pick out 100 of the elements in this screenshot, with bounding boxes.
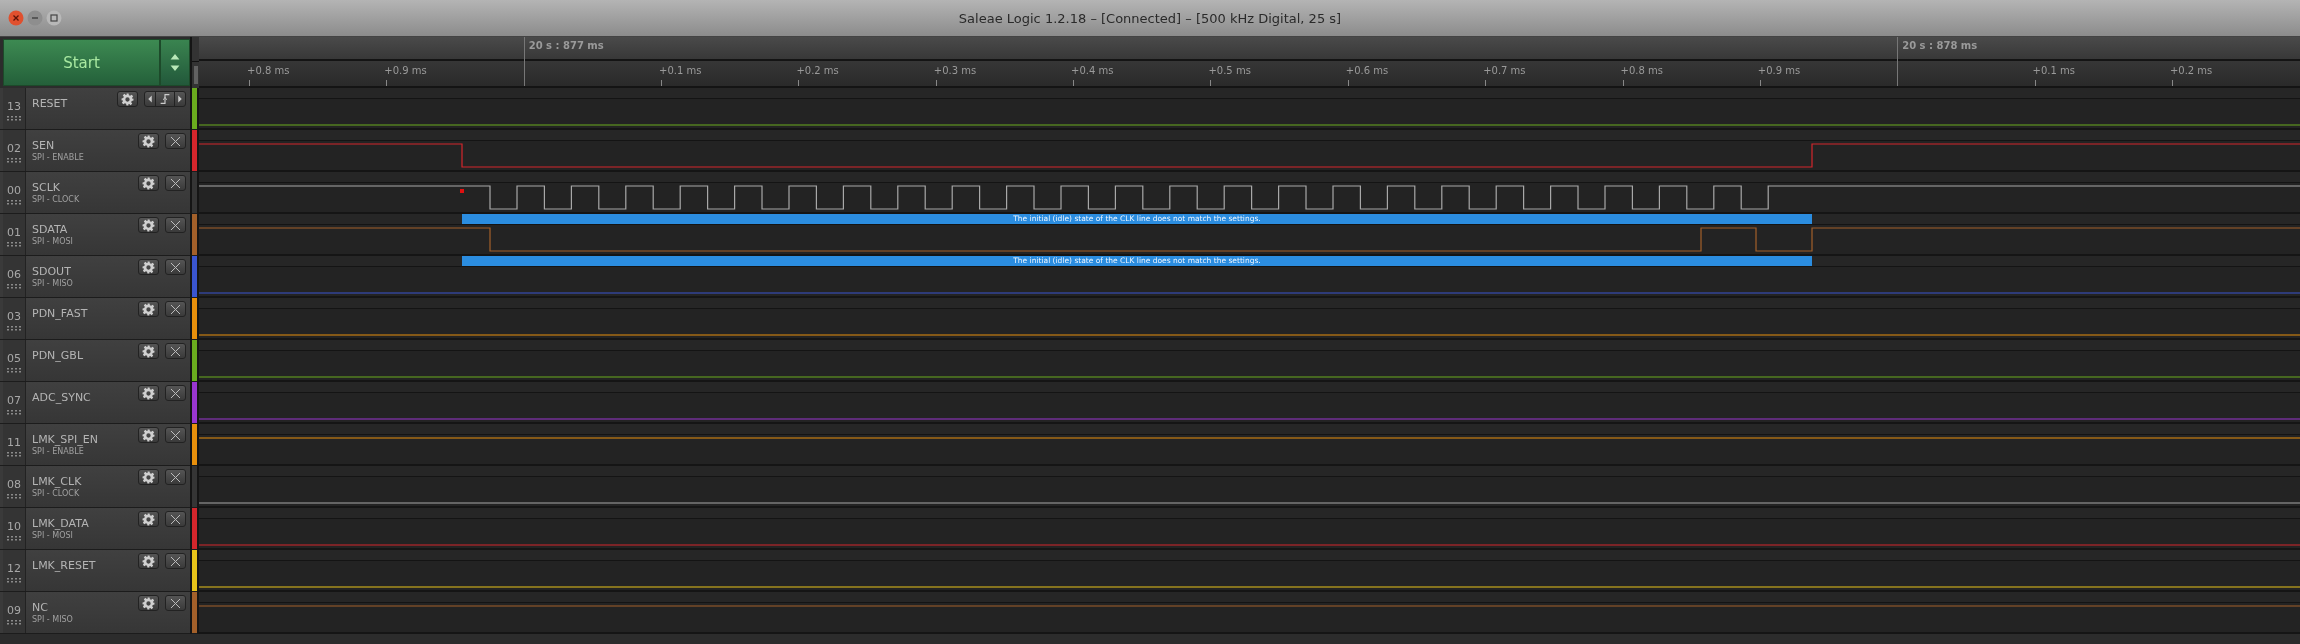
close-button[interactable] <box>165 469 186 485</box>
settings-icon <box>142 260 155 274</box>
up-down-arrows-icon[interactable] <box>160 39 190 86</box>
start-button[interactable]: Start <box>3 39 160 86</box>
drag-grip-icon[interactable] <box>7 578 21 583</box>
close-button[interactable] <box>165 301 186 317</box>
tick-label: +0.9 ms <box>1757 65 1801 76</box>
close-icon <box>170 303 181 315</box>
close-button[interactable] <box>165 133 186 149</box>
minimize-icon[interactable] <box>27 10 43 26</box>
drag-grip-icon[interactable] <box>7 242 21 247</box>
channel-name: PDN_FAST <box>32 307 88 320</box>
tick-label: +0.8 ms <box>1620 65 1663 76</box>
channel-number: 09 <box>7 604 21 617</box>
close-button[interactable] <box>165 595 186 611</box>
tick-label: +0.2 ms <box>796 65 839 76</box>
channel-name: LMK_DATA <box>32 517 89 530</box>
settings-button[interactable] <box>138 553 159 569</box>
settings-icon <box>142 302 155 316</box>
settings-button[interactable] <box>138 595 159 611</box>
close-button[interactable] <box>165 259 186 275</box>
channel-number: 06 <box>7 268 21 281</box>
settings-icon <box>142 554 155 568</box>
close-icon <box>170 219 181 231</box>
close-button[interactable] <box>165 427 186 443</box>
settings-button[interactable] <box>138 217 159 233</box>
tick-label: +0.6 ms <box>1345 65 1389 76</box>
settings-button[interactable] <box>138 133 159 149</box>
tick-label: +0.2 ms <box>2169 65 2213 76</box>
analyzer-label: SPI - MOSI <box>32 237 74 246</box>
tick-label: +0.9 ms <box>384 65 427 76</box>
close-icon <box>170 135 181 147</box>
settings-button[interactable] <box>138 175 159 191</box>
drag-grip-icon[interactable] <box>7 158 21 163</box>
settings-icon <box>121 92 134 106</box>
close-button[interactable] <box>165 553 186 569</box>
close-icon <box>170 429 181 441</box>
tick-label: +0.1 ms <box>659 65 702 76</box>
settings-button[interactable] <box>138 511 159 527</box>
close-icon <box>170 261 181 273</box>
channel-number: 08 <box>7 478 21 491</box>
channel-name: NC <box>32 601 48 614</box>
analyzer-label: SPI - MISO <box>32 279 74 288</box>
settings-icon <box>142 428 155 442</box>
settings-button[interactable] <box>117 91 138 107</box>
close-button[interactable] <box>165 511 186 527</box>
channel-name: SCLK <box>32 181 60 194</box>
close-icon <box>170 555 181 567</box>
drag-grip-icon[interactable] <box>7 326 21 331</box>
channel-name: LMK_CLK <box>32 475 82 488</box>
drag-grip-icon[interactable] <box>7 368 21 373</box>
settings-icon <box>142 386 155 400</box>
channel-number: 00 <box>7 184 21 197</box>
drag-grip-icon[interactable] <box>7 452 21 457</box>
drag-grip-icon[interactable] <box>7 116 21 121</box>
tick-label: +0.4 ms <box>1071 65 1114 76</box>
channel-name: LMK_RESET <box>32 559 96 572</box>
drag-grip-icon[interactable] <box>7 620 21 625</box>
settings-button[interactable] <box>138 259 159 275</box>
close-icon <box>170 513 181 525</box>
splitter-handle-icon[interactable] <box>193 65 198 85</box>
channel-number: 03 <box>7 310 21 323</box>
close-icon[interactable] <box>8 10 24 26</box>
channel-name: SDOUT <box>32 265 71 278</box>
time-marker-label: 20 s : 877 ms <box>528 40 604 51</box>
channel-name: SDATA <box>32 223 68 236</box>
analyzer-label: SPI - CLOCK <box>32 489 81 498</box>
drag-grip-icon[interactable] <box>7 200 21 205</box>
trigger-control[interactable] <box>144 91 186 107</box>
close-icon <box>170 597 181 609</box>
drag-grip-icon[interactable] <box>7 284 21 289</box>
channel-name: PDN_GBL <box>32 349 84 362</box>
settings-icon <box>142 176 155 190</box>
close-button[interactable] <box>165 217 186 233</box>
falling-edge-icon[interactable] <box>155 92 175 106</box>
settings-button[interactable] <box>138 301 159 317</box>
tick-label: +0.8 ms <box>247 65 290 76</box>
settings-icon <box>142 218 155 232</box>
channel-number: 07 <box>7 394 21 407</box>
settings-button[interactable] <box>138 385 159 401</box>
channel-number: 01 <box>7 226 21 239</box>
close-button[interactable] <box>165 343 186 359</box>
channel-number: 11 <box>7 436 21 449</box>
tick-label: +0.7 ms <box>1483 65 1526 76</box>
channel-number: 13 <box>7 100 21 113</box>
drag-grip-icon[interactable] <box>7 536 21 541</box>
settings-button[interactable] <box>138 469 159 485</box>
channel-name: SEN <box>32 139 55 152</box>
window-title: Saleae Logic 1.2.18 – [Connected] – [500 kHz Digital, 25 s] <box>958 10 1342 26</box>
settings-button[interactable] <box>138 343 159 359</box>
analyzer-label: SPI - ENABLE <box>32 447 85 456</box>
settings-icon <box>142 512 155 526</box>
tick-label: +0.3 ms <box>933 65 977 76</box>
settings-button[interactable] <box>138 427 159 443</box>
drag-grip-icon[interactable] <box>7 410 21 415</box>
analyzer-label: SPI - ENABLE <box>32 153 85 162</box>
drag-grip-icon[interactable] <box>7 494 21 499</box>
close-button[interactable] <box>165 175 186 191</box>
channel-number: 02 <box>7 142 21 155</box>
close-button[interactable] <box>165 385 186 401</box>
